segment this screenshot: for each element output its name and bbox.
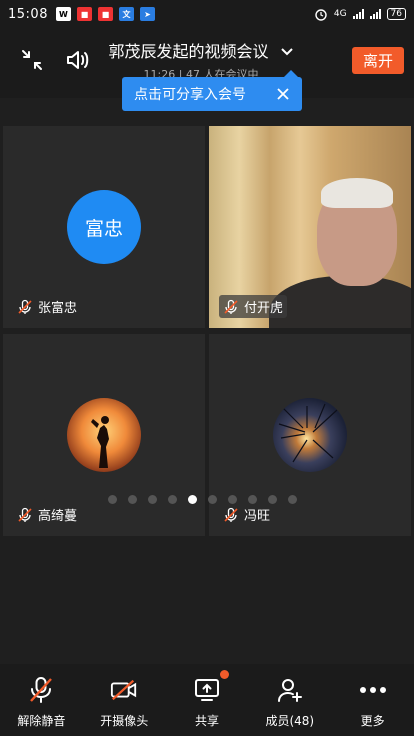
avatar xyxy=(67,398,141,472)
network-label: 4G xyxy=(333,9,347,19)
participant-tile[interactable]: 富忠 张富忠 xyxy=(3,126,205,328)
participant-name-label: 高绮蔓 xyxy=(13,503,81,526)
page-dot[interactable] xyxy=(108,495,117,504)
minimize-icon xyxy=(22,50,42,70)
bottom-toolbar: 解除静音 开摄像头 共享 成员(48) 更多 xyxy=(0,664,414,736)
notification-dot xyxy=(219,670,229,679)
page-dot[interactable] xyxy=(208,495,217,504)
participant-name: 冯旺 xyxy=(244,509,271,524)
members-button[interactable]: 成员(48) xyxy=(248,664,331,736)
camera-off-icon xyxy=(111,679,137,701)
avatar xyxy=(273,398,347,472)
status-bar: 15:08 W ■ ■ 文 ➤ 4G 76 xyxy=(0,0,414,28)
alarm-icon xyxy=(315,9,327,21)
more-button[interactable]: 更多 xyxy=(331,664,414,736)
members-label: 成员(48) xyxy=(265,714,315,728)
more-icon xyxy=(359,687,386,693)
meeting-title-text: 郭茂辰发起的视频会议 xyxy=(108,42,269,61)
speaker-icon xyxy=(67,51,89,69)
page-indicator[interactable] xyxy=(108,495,297,504)
person-hair xyxy=(321,178,393,208)
add-member-icon xyxy=(277,679,302,702)
sunset-silhouette-photo xyxy=(67,398,141,472)
participant-name-label: 付开虎 xyxy=(219,295,288,318)
participant-tile[interactable]: 付开虎 xyxy=(209,126,411,328)
participant-name: 付开虎 xyxy=(244,301,284,316)
page-dot[interactable] xyxy=(128,495,137,504)
share-screen-icon xyxy=(194,679,219,701)
share-button[interactable]: 共享 xyxy=(166,664,249,736)
translate-app-icon: 文 xyxy=(118,7,134,21)
chevron-down-icon xyxy=(280,48,293,56)
participant-tile[interactable]: 冯旺 xyxy=(209,334,411,536)
w-app-icon: W xyxy=(55,7,71,21)
red-app-icon-1: ■ xyxy=(76,7,92,21)
participant-name-label: 冯旺 xyxy=(219,503,274,526)
sunburst-photo xyxy=(273,398,347,472)
signal-icon-2 xyxy=(369,9,381,19)
minimize-button[interactable] xyxy=(14,42,50,78)
page-dot-active[interactable] xyxy=(188,495,197,504)
page-dot[interactable] xyxy=(168,495,177,504)
battery-indicator: 76 xyxy=(386,8,406,20)
avatar: 富忠 xyxy=(67,190,141,264)
share-meeting-id-tooltip[interactable]: 点击可分享入会号 xyxy=(122,70,302,111)
page-dot[interactable] xyxy=(228,495,237,504)
tooltip-text: 点击可分享入会号 xyxy=(134,87,246,103)
page-dot[interactable] xyxy=(268,495,277,504)
camera-label: 开摄像头 xyxy=(100,714,149,728)
blue-app-icon: ➤ xyxy=(139,7,155,21)
signal-icon-1 xyxy=(352,9,364,19)
unmute-label: 解除静音 xyxy=(17,714,66,728)
mic-off-icon xyxy=(18,299,32,314)
camera-button[interactable]: 开摄像头 xyxy=(83,664,166,736)
speaker-button[interactable] xyxy=(60,42,96,78)
page-dot[interactable] xyxy=(288,495,297,504)
mic-off-icon xyxy=(18,507,32,522)
participant-tile[interactable]: 高绮蔓 xyxy=(3,334,205,536)
meeting-title[interactable]: 郭茂辰发起的视频会议 xyxy=(96,38,306,62)
mic-off-icon xyxy=(224,507,238,522)
red-app-icon-2: ■ xyxy=(97,7,113,21)
share-label: 共享 xyxy=(194,714,219,728)
participant-name: 高绮蔓 xyxy=(38,509,78,524)
status-time: 15:08 xyxy=(8,6,48,22)
close-icon[interactable] xyxy=(276,87,290,101)
leave-button[interactable]: 离开 xyxy=(352,47,404,74)
mic-off-icon xyxy=(224,299,238,314)
page-dot[interactable] xyxy=(148,495,157,504)
unmute-button[interactable]: 解除静音 xyxy=(0,664,83,736)
more-label: 更多 xyxy=(360,714,385,728)
meeting-title-area[interactable]: 郭茂辰发起的视频会议 11:26 | 47 人在会议中 xyxy=(96,38,306,82)
mic-off-icon xyxy=(30,677,53,703)
participant-name-label: 张富忠 xyxy=(13,295,81,318)
participant-name: 张富忠 xyxy=(38,301,78,316)
page-dot[interactable] xyxy=(248,495,257,504)
